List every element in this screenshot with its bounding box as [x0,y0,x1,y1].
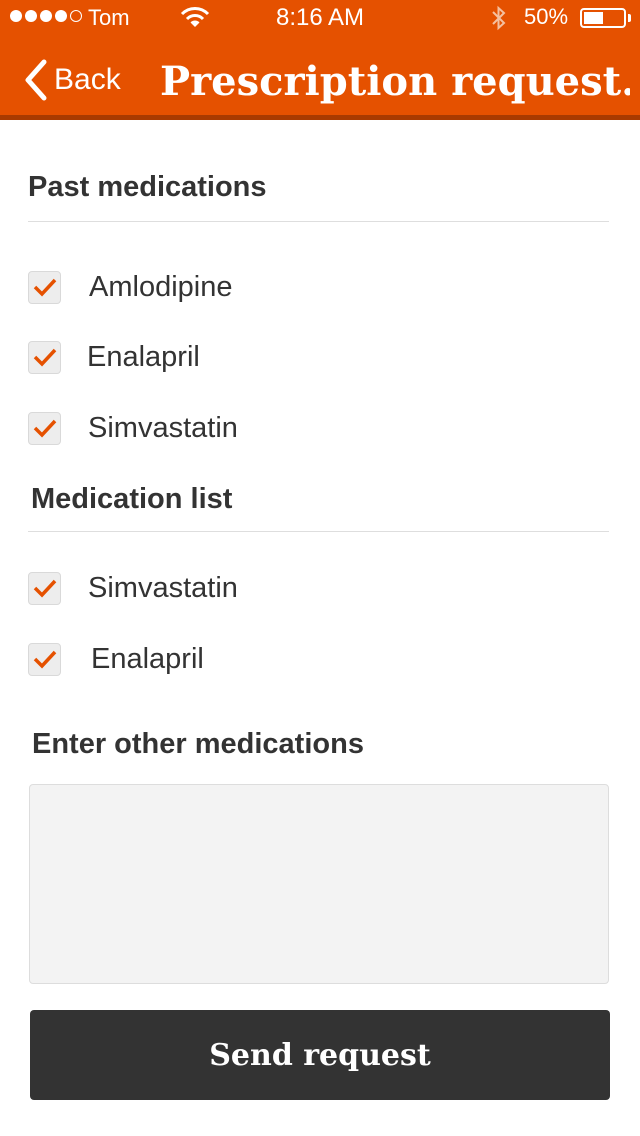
other-medications-field[interactable] [29,784,609,984]
checkbox-label: Enalapril [91,642,204,675]
checkmark-icon [33,650,56,669]
bluetooth-icon [492,5,506,31]
past-medications-heading: Past medications [28,171,267,203]
checkbox[interactable] [28,270,61,304]
checkbox-row-simvastatin[interactable]: Simvastatin [28,566,238,610]
battery-percent: 50% [524,4,569,29]
other-medications-heading: Enter other medications [32,728,364,760]
checkbox-label: Simvastatin [88,571,238,604]
checkbox[interactable] [28,340,61,374]
checkmark-icon [33,348,56,367]
checkbox-row-simvastatin[interactable]: Simvastatin [28,406,238,450]
checkbox[interactable] [28,571,61,605]
send-request-button[interactable]: Send request [30,1010,610,1100]
checkbox-label: Simvastatin [88,411,238,444]
checkmark-icon [33,278,56,297]
checkbox-row-enalapril[interactable]: Enalapril [28,335,200,379]
checkbox-row-enalapril[interactable]: Enalapril [28,637,204,681]
checkmark-icon [33,419,56,438]
checkbox-label: Enalapril [87,340,200,373]
checkmark-icon [33,579,56,598]
back-label: Back [54,63,121,96]
nav-bar: Back Prescription request... [0,36,640,120]
back-button[interactable]: Back [20,56,121,104]
chevron-left-icon [25,59,47,101]
page-title: Prescription request... [160,58,630,105]
medication-list-heading: Medication list [31,483,233,515]
checkbox[interactable] [28,411,61,445]
battery-cap [628,14,631,22]
divider [28,221,609,222]
divider [28,531,609,532]
battery-icon [580,8,626,28]
checkbox[interactable] [28,642,61,676]
status-bar: Tom 8:16 AM 50% [0,0,640,36]
checkbox-row-amlodipine[interactable]: Amlodipine [28,265,232,309]
checkbox-label: Amlodipine [89,270,233,303]
